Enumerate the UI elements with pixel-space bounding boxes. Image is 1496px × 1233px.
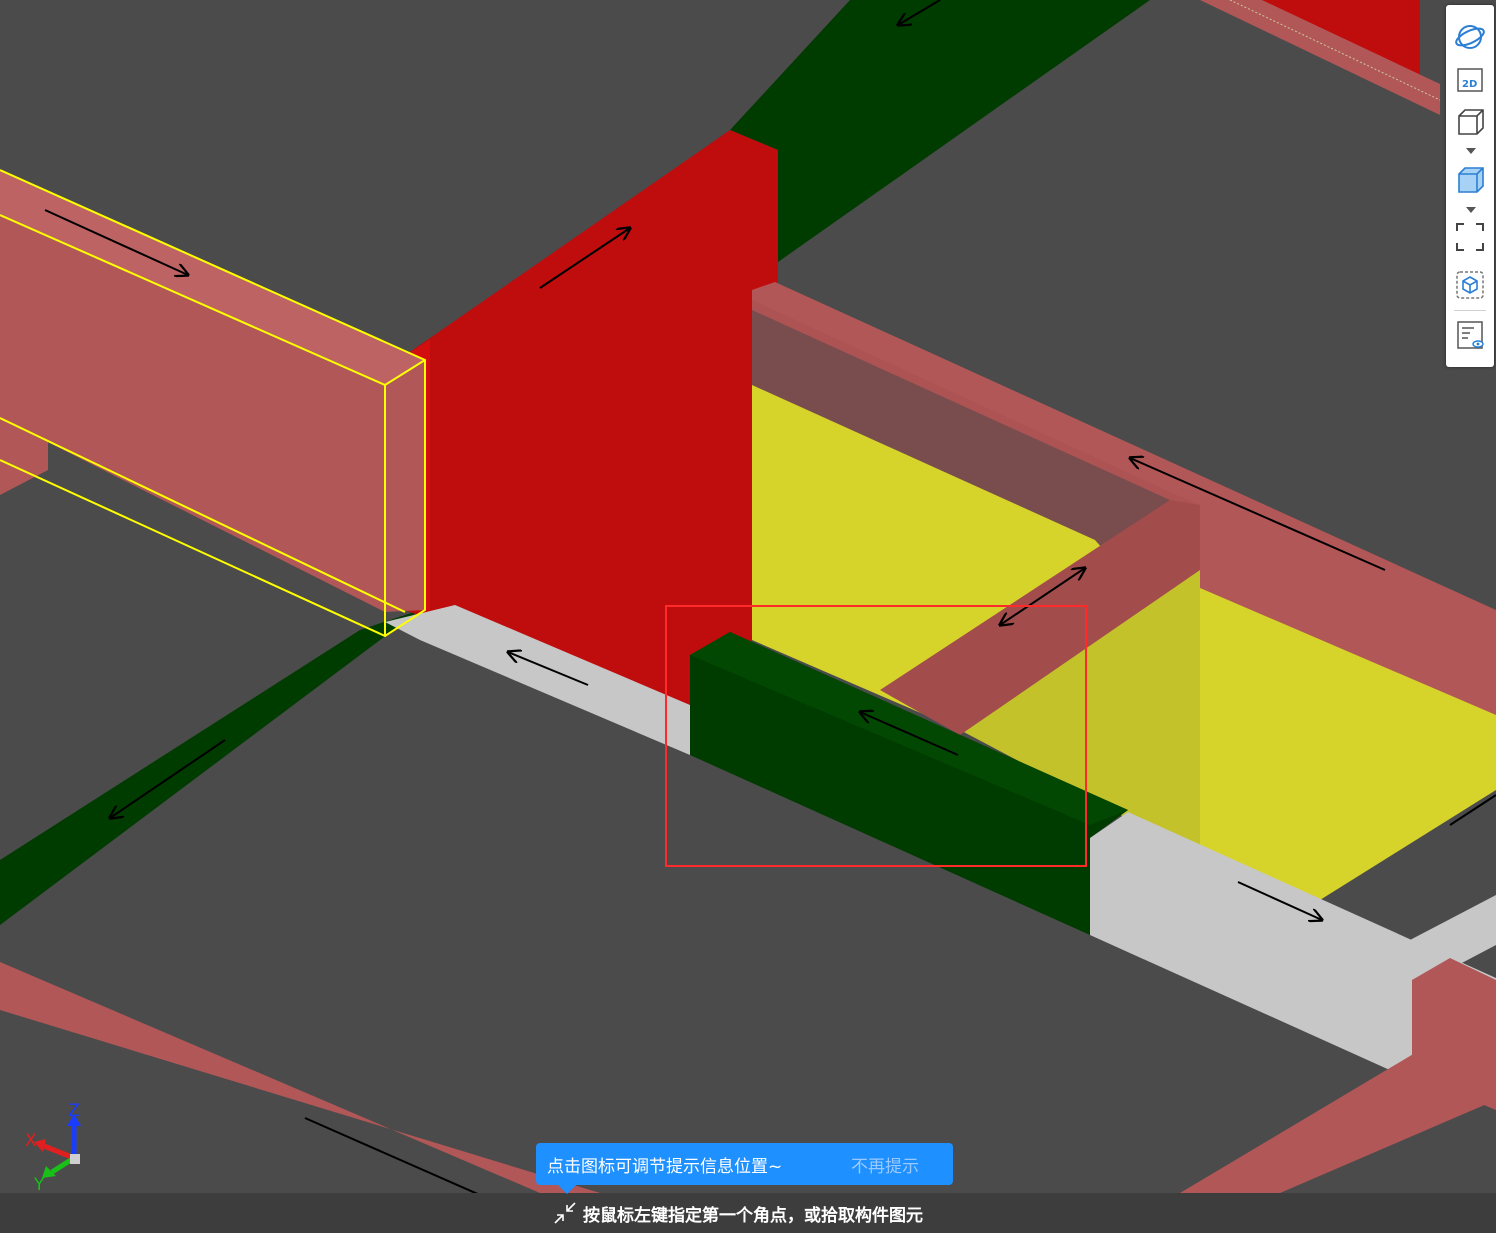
toolbar-divider — [1454, 310, 1486, 311]
axis-y-label: Y — [33, 1175, 45, 1192]
component-view-icon[interactable] — [1452, 267, 1488, 303]
view-toolbar: 2D — [1446, 5, 1494, 367]
fullscreen-icon[interactable] — [1452, 219, 1488, 255]
axis-z-label: Z — [68, 1101, 80, 1121]
axis-x-label: X — [25, 1131, 37, 1151]
model-scene[interactable] — [0, 0, 1496, 1233]
2d-view-icon[interactable]: 2D — [1452, 61, 1488, 97]
tip-text: 点击图标可调节提示信息位置~ — [547, 1156, 783, 1177]
svg-text:2D: 2D — [1462, 79, 1477, 90]
tip-bubble: 点击图标可调节提示信息位置~ 不再提示 — [536, 1143, 953, 1194]
chevron-down-icon[interactable] — [1466, 148, 1476, 154]
tip-dismiss-link[interactable]: 不再提示 — [851, 1152, 919, 1177]
3d-box-icon[interactable] — [1452, 103, 1488, 139]
shaded-box-icon[interactable] — [1452, 161, 1488, 197]
command-prompt: 按鼠标左键指定第一个角点，或拾取构件图元 — [583, 1206, 923, 1226]
collapse-arrows-icon[interactable] — [553, 1201, 577, 1225]
chevron-down-icon[interactable] — [1466, 207, 1476, 213]
axis-indicator: Z X Y — [25, 1101, 81, 1192]
orbit-icon[interactable] — [1452, 19, 1488, 55]
tip-pointer — [558, 1185, 576, 1194]
3d-viewport[interactable]: 2D Z X Y 按鼠标左键指定第一个角点，或拾取构件图元 点击图标可调节提示信… — [0, 0, 1496, 1233]
properties-view-icon[interactable] — [1452, 317, 1488, 353]
